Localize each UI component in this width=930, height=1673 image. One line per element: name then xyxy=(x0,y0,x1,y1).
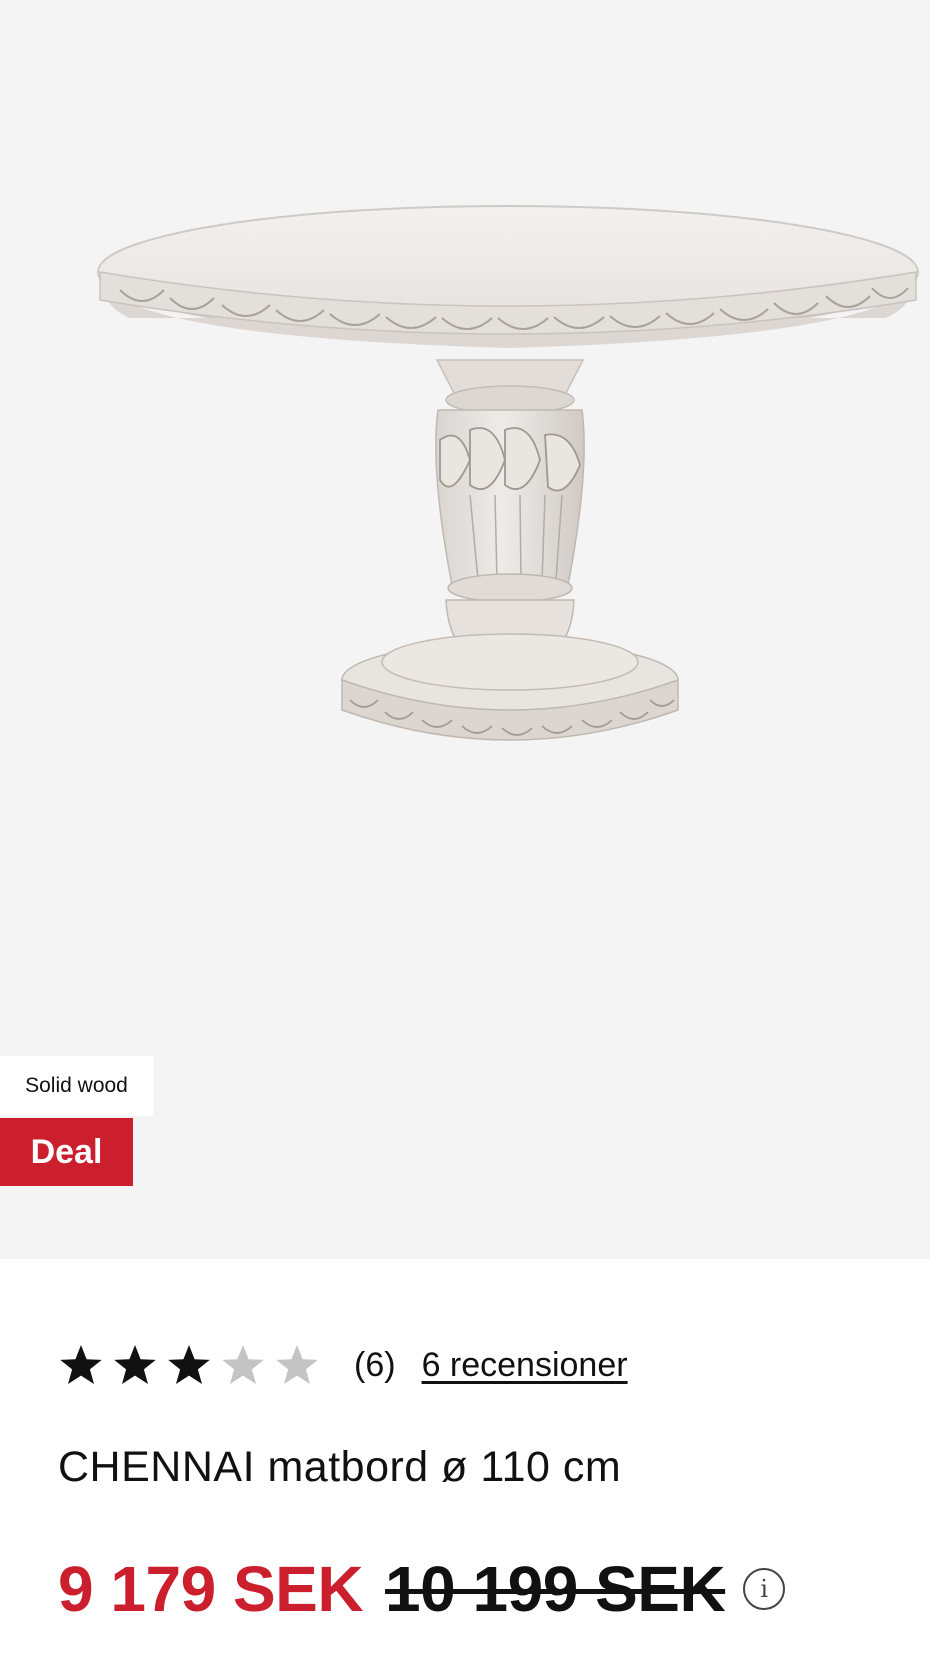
price-row: 9 179 SEK 10 199 SEK i xyxy=(58,1550,786,1628)
product-image-area[interactable]: Solid wood Deal xyxy=(0,0,930,1259)
material-badge: Solid wood xyxy=(0,1056,153,1116)
deal-badge: Deal xyxy=(0,1118,133,1186)
reviews-link[interactable]: 6 recensioner xyxy=(422,1346,628,1385)
original-price: 10 199 SEK xyxy=(385,1553,726,1625)
deal-badge-label: Deal xyxy=(30,1132,103,1171)
star-filled-icon xyxy=(58,1342,106,1388)
star-filled-icon xyxy=(166,1342,214,1388)
star-filled-icon xyxy=(112,1342,160,1388)
star-empty-icon xyxy=(274,1342,322,1388)
info-icon[interactable]: i xyxy=(743,1568,786,1610)
product-title: CHENNAI matbord ø 110 cm xyxy=(58,1443,622,1491)
material-badge-label: Solid wood xyxy=(25,1074,128,1097)
rating-row: (6) 6 recensioner xyxy=(58,1335,628,1395)
current-price: 9 179 SEK xyxy=(58,1553,364,1625)
star-rating xyxy=(58,1342,328,1388)
star-empty-icon xyxy=(220,1342,268,1388)
review-count: (6) xyxy=(354,1345,396,1384)
